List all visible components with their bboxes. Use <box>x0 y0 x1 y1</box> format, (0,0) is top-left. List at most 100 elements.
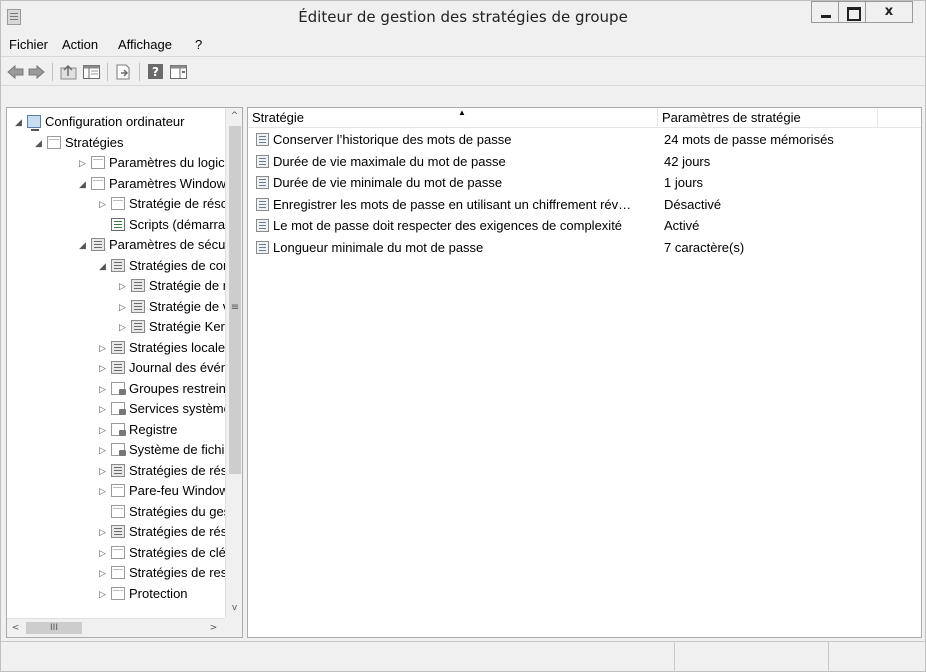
policy-icon <box>111 525 125 538</box>
column-header-parametres[interactable]: Paramètres de stratégie <box>658 108 878 128</box>
collapse-arrow-icon[interactable]: ◢ <box>79 174 91 194</box>
tree-item[interactable]: ▷ Pare-feu Windows <box>99 481 235 501</box>
tree-item[interactable]: ▷ Stratégies locales <box>99 338 232 358</box>
policy-icon <box>91 238 105 251</box>
menu-fichier[interactable]: Fichier <box>5 35 52 55</box>
minimize-button[interactable] <box>811 1 839 23</box>
expand-arrow-icon[interactable]: ▷ <box>99 194 111 214</box>
back-arrow-icon[interactable] <box>6 63 26 81</box>
tree-horizontal-scrollbar[interactable]: < III > <box>7 618 225 637</box>
scroll-down-button[interactable]: v <box>226 600 242 617</box>
column-header-strategie[interactable]: Stratégie ▲ <box>248 108 658 128</box>
tree-item-label: Paramètres de sécurité <box>109 237 243 252</box>
policy-setting-icon <box>256 154 269 168</box>
tree-item[interactable]: ▷Stratégies de réseau filaire <box>99 461 242 481</box>
up-folder-icon[interactable] <box>59 63 79 81</box>
lock-folder-icon <box>111 381 126 395</box>
collapse-arrow-icon[interactable]: ◢ <box>35 133 47 153</box>
scroll-thumb[interactable] <box>229 126 241 474</box>
tree-item[interactable]: ▷Stratégies de réseau sans fil <box>99 522 242 542</box>
tree-item[interactable]: ▷ Protection <box>99 584 188 604</box>
tree-item[interactable]: ◢ Stratégies <box>35 133 124 153</box>
tree-item[interactable]: ◢ Configuration ordinateur <box>15 112 184 132</box>
expand-arrow-icon[interactable]: ▷ <box>99 563 111 583</box>
tree-item[interactable]: ▷ Système de fichiers <box>99 440 242 460</box>
tree-item[interactable]: Stratégies du gestionnaire de listes de … <box>99 502 242 522</box>
folder-icon <box>111 197 125 210</box>
tree-item[interactable]: ◢ Paramètres de sécurité <box>79 235 243 255</box>
scroll-up-button[interactable]: ^ <box>226 108 242 125</box>
expand-arrow-icon[interactable]: ▷ <box>79 153 91 173</box>
folder-icon <box>111 484 125 497</box>
list-item[interactable]: Conserver l’historique des mots de passe… <box>248 129 921 150</box>
menu-affichage[interactable]: Affichage <box>114 35 176 55</box>
expand-arrow-icon[interactable]: ▷ <box>99 399 111 419</box>
tree-item[interactable]: ▷Stratégie de résolution de noms <box>99 194 242 214</box>
policy-name: Durée de vie minimale du mot de passe <box>273 175 503 191</box>
expand-arrow-icon[interactable]: ▷ <box>99 522 111 542</box>
policy-value: 1 jours <box>664 175 704 191</box>
menu-action[interactable]: Action <box>58 35 102 55</box>
help-icon[interactable]: ? <box>146 63 166 81</box>
toolbar-separator <box>139 63 140 81</box>
expand-arrow-icon[interactable]: ▷ <box>119 297 131 317</box>
scroll-left-button[interactable]: < <box>7 620 24 637</box>
maximize-button[interactable] <box>838 1 866 23</box>
lock-folder-icon <box>111 402 126 415</box>
tree-item[interactable]: ◢Stratégies de comptes <box>99 256 242 276</box>
tree-item[interactable]: ◢ Paramètres Windows <box>79 174 233 194</box>
policy-value: 24 mots de passe mémorisés <box>664 132 834 147</box>
tree-item[interactable]: ▷ Groupes restreints <box>99 379 236 399</box>
menu-help[interactable]: ? <box>191 35 206 55</box>
expand-arrow-icon[interactable]: ▷ <box>99 440 111 460</box>
tree-item[interactable]: ▷Journal des événements <box>99 358 242 378</box>
tree-item-label: Stratégies <box>65 134 124 150</box>
list-item[interactable]: Durée de vie minimale du mot de passe 1 j… <box>248 172 921 193</box>
list-item[interactable]: Le mot de passe doit respecter des exige… <box>248 215 921 236</box>
status-pane <box>674 642 828 672</box>
svg-text:?: ? <box>152 65 159 79</box>
expand-arrow-icon[interactable]: ▷ <box>99 461 111 481</box>
expand-arrow-icon[interactable]: ▷ <box>99 338 111 358</box>
policy-icon <box>131 279 145 292</box>
computer-icon <box>27 115 41 131</box>
scroll-right-button[interactable]: > <box>205 620 222 637</box>
tree-item[interactable]: ▷ Services système <box>99 399 231 419</box>
expand-arrow-icon[interactable]: ▷ <box>99 358 111 378</box>
collapse-arrow-icon[interactable]: ◢ <box>79 235 91 255</box>
tree-item[interactable]: ▷ Paramètres du logiciel <box>79 153 238 173</box>
list-item[interactable]: Durée de vie maximale du mot de passe 42 … <box>248 151 921 172</box>
expand-arrow-icon[interactable]: ▷ <box>99 543 111 563</box>
tree-vertical-scrollbar[interactable]: ^ ≡ v <box>225 108 242 618</box>
script-icon <box>111 217 125 231</box>
tree-item[interactable]: Scripts (démarrage/arrêt) <box>99 215 242 235</box>
collapse-arrow-icon[interactable]: ◢ <box>99 256 111 276</box>
expand-arrow-icon[interactable]: ▷ <box>119 276 131 296</box>
scroll-thumb-horizontal[interactable]: III <box>26 622 82 634</box>
policy-name: Durée de vie maximale du mot de passe <box>273 153 506 169</box>
list-item[interactable]: Enregistrer les mots de passe en utilisa… <box>248 194 921 215</box>
expand-arrow-icon[interactable]: ▷ <box>99 379 111 399</box>
policy-setting-icon <box>256 176 269 190</box>
policy-list-view[interactable]: Stratégie ▲ Paramètres de stratégie Cons… <box>247 107 922 638</box>
list-item[interactable]: Longueur minimale du mot de passe 7 carac… <box>248 237 921 258</box>
expand-arrow-icon[interactable]: ▷ <box>99 481 111 501</box>
list-header: Stratégie ▲ Paramètres de stratégie <box>248 108 921 128</box>
console-tree[interactable]: ◢ Configuration ordinateur ◢ Stratégies ▷ Par… <box>6 107 243 638</box>
close-button[interactable]: x <box>865 1 913 23</box>
tree-item[interactable]: ▷ Registre <box>99 420 177 440</box>
expand-arrow-icon[interactable]: ▷ <box>99 420 111 440</box>
tree-item-label: Pare-feu Windows <box>129 483 236 498</box>
tree-item[interactable]: ▷Stratégies de restriction logicielle <box>99 563 242 583</box>
policy-setting-icon <box>256 197 269 211</box>
show-hide-tree-icon[interactable] <box>82 63 102 81</box>
folder-icon <box>111 566 125 579</box>
policy-name: Le mot de passe doit respecter des exige… <box>273 218 623 234</box>
collapse-arrow-icon[interactable]: ◢ <box>15 112 27 132</box>
export-list-icon[interactable] <box>114 63 134 81</box>
tree-item[interactable]: ▷Stratégies de clé publique <box>99 543 242 563</box>
expand-arrow-icon[interactable]: ▷ <box>119 317 131 337</box>
properties-icon[interactable] <box>169 63 189 81</box>
expand-arrow-icon[interactable]: ▷ <box>99 584 111 604</box>
forward-arrow-icon[interactable] <box>26 63 46 81</box>
